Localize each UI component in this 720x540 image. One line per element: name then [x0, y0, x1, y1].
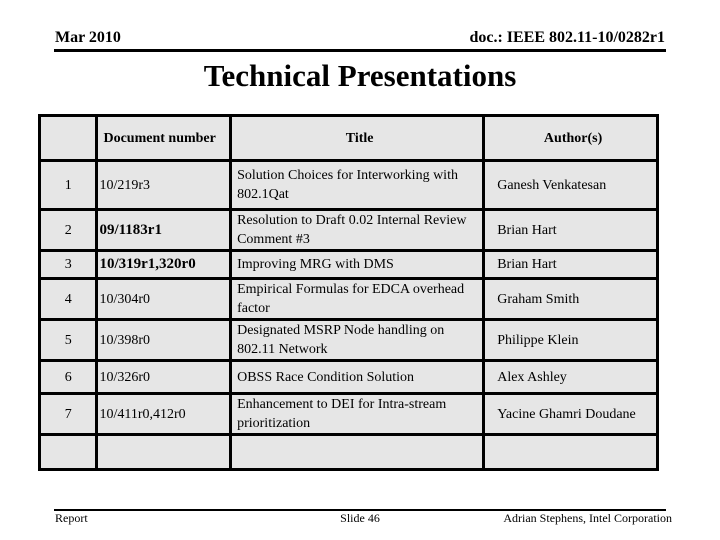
row-title	[229, 433, 486, 471]
row-document-number: 09/1183r1	[95, 208, 233, 252]
table-row-empty	[37, 433, 659, 471]
row-number: 5	[37, 318, 99, 362]
row-author: Alex Ashley	[482, 359, 659, 395]
row-author: Ganesh Venkatesan	[482, 159, 659, 211]
column-header-document-number: Document number	[95, 114, 233, 162]
row-number: 3	[37, 249, 99, 280]
row-document-number: 10/411r0,412r0	[95, 392, 233, 436]
row-title: Solution Choices for Interworking with 8…	[229, 159, 486, 211]
row-number: 7	[37, 392, 99, 436]
row-author	[482, 433, 659, 471]
table-row: 5 10/398r0 Designated MSRP Node handling…	[37, 318, 659, 362]
table-row: 1 10/219r3 Solution Choices for Interwor…	[37, 159, 659, 211]
row-document-number: 10/304r0	[95, 277, 233, 321]
row-title: Resolution to Draft 0.02 Internal Review…	[229, 208, 486, 252]
slide-title: Technical Presentations	[203, 58, 517, 93]
table-row: 4 10/304r0 Empirical Formulas for EDCA o…	[37, 277, 659, 321]
column-header-title: Title	[229, 114, 486, 162]
row-author: Philippe Klein	[482, 318, 659, 362]
row-document-number: 10/326r0	[95, 359, 233, 395]
footer-author: Adrian Stephens, Intel Corporation	[503, 511, 672, 525]
row-title: Designated MSRP Node handling on 802.11 …	[229, 318, 486, 362]
row-title: Enhancement to DEI for Intra-stream prio…	[229, 392, 486, 436]
row-number: 4	[37, 277, 99, 321]
row-number: 2	[37, 208, 99, 252]
header-doc-id: doc.: IEEE 802.11-10/0282r1	[469, 29, 665, 46]
row-author: Brian Hart	[482, 208, 659, 252]
table-row: 7 10/411r0,412r0 Enhancement to DEI for …	[37, 392, 659, 436]
row-document-number: 10/219r3	[95, 159, 233, 211]
row-number: 1	[37, 159, 99, 211]
row-title: OBSS Race Condition Solution	[229, 359, 486, 395]
row-author: Brian Hart	[482, 249, 659, 280]
row-document-number: 10/398r0	[95, 318, 233, 362]
row-number: 6	[37, 359, 99, 395]
row-document-number	[95, 433, 233, 471]
table-row: 6 10/326r0 OBSS Race Condition Solution …	[37, 359, 659, 395]
row-number	[37, 433, 99, 471]
table-header-row: Document number Title Author(s)	[37, 114, 659, 162]
header-date: Mar 2010	[55, 29, 121, 46]
row-title: Empirical Formulas for EDCA overhead fac…	[229, 277, 486, 321]
table-row: 2 09/1183r1 Resolution to Draft 0.02 Int…	[37, 208, 659, 252]
row-author: Yacine Ghamri Doudane	[482, 392, 659, 436]
row-title: Improving MRG with DMS	[229, 249, 486, 280]
table-row: 3 10/319r1,320r0 Improving MRG with DMS …	[37, 249, 659, 280]
column-header-number	[37, 114, 99, 162]
row-document-number: 10/319r1,320r0	[95, 249, 233, 280]
header-divider	[54, 49, 666, 52]
row-author: Graham Smith	[482, 277, 659, 321]
presentations-table: Document number Title Author(s) 1 10/219…	[37, 114, 659, 471]
column-header-authors: Author(s)	[482, 114, 659, 162]
